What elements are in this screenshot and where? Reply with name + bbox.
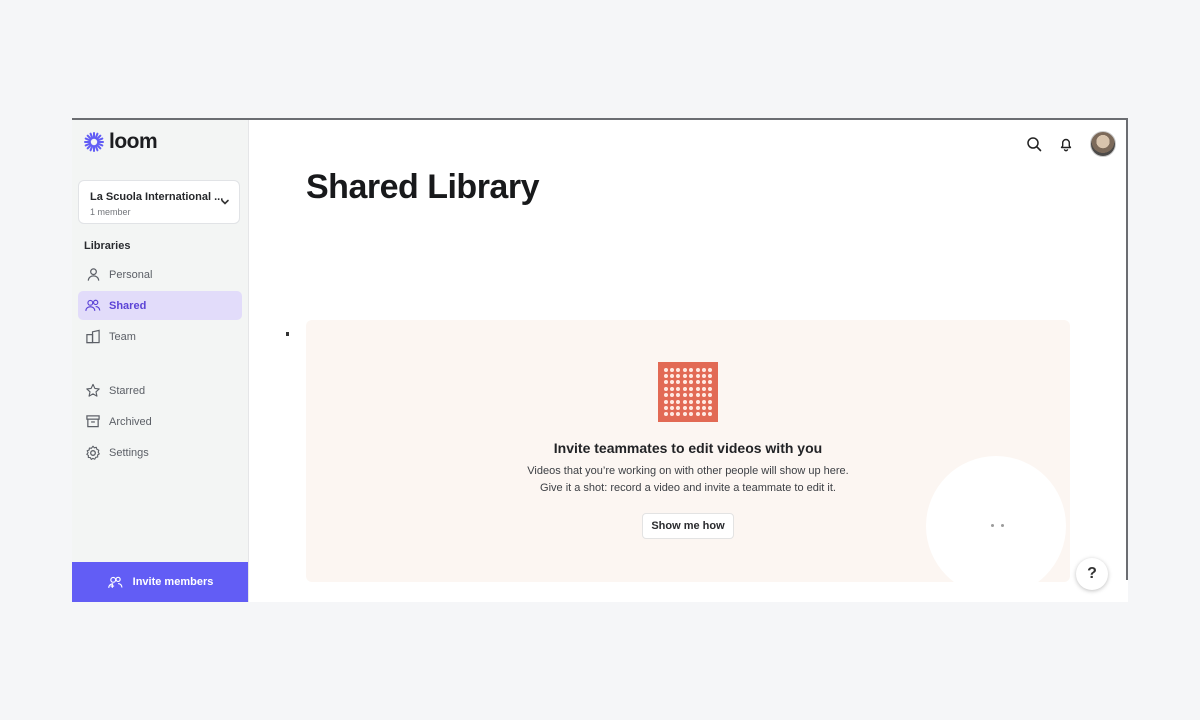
app-window: loom La Scuola International ... 1 membe… <box>72 118 1128 602</box>
dot-grid-illustration <box>658 362 718 422</box>
workspace-member-count: 1 member <box>90 207 131 217</box>
bell-icon[interactable] <box>1058 136 1074 152</box>
header-actions <box>1026 131 1116 157</box>
sidebar-item-settings[interactable]: Settings <box>78 438 242 467</box>
workspace-name: La Scuola International ... <box>90 191 224 203</box>
avatar[interactable] <box>1090 131 1116 157</box>
chevron-down-icon <box>221 199 229 205</box>
gear-icon <box>85 445 101 461</box>
show-me-how-button[interactable]: Show me how <box>642 513 734 539</box>
sidebar-item-archived[interactable]: Archived <box>78 407 242 436</box>
sidebar: loom La Scuola International ... 1 membe… <box>72 120 249 602</box>
help-button[interactable]: ? <box>1076 558 1108 590</box>
sidebar-item-shared[interactable]: Shared <box>78 291 242 320</box>
building-icon <box>85 329 101 345</box>
mouse-cursor <box>286 332 289 336</box>
libraries-heading: Libraries <box>84 240 131 252</box>
empty-state-card: Invite teammates to edit videos with you… <box>306 320 1070 582</box>
workspace-switcher[interactable]: La Scuola International ... 1 member <box>78 180 240 224</box>
invite-members-button[interactable]: Invite members <box>72 562 248 602</box>
invite-members-label: Invite members <box>132 576 214 588</box>
page-title: Shared Library <box>306 168 539 206</box>
loom-logo[interactable]: loom <box>83 130 158 154</box>
empty-state-title: Invite teammates to edit videos with you <box>553 440 823 456</box>
window-border <box>1126 120 1128 580</box>
sidebar-item-label: Settings <box>109 446 149 459</box>
loom-mark-icon <box>84 132 104 152</box>
sidebar-item-team[interactable]: Team <box>78 322 242 351</box>
person-icon <box>85 267 101 283</box>
sidebar-item-personal[interactable]: Personal <box>78 260 242 289</box>
sidebar-item-label: Archived <box>109 415 152 428</box>
sidebar-item-label: Starred <box>109 384 146 397</box>
people-icon <box>85 298 101 314</box>
add-user-icon <box>107 576 123 588</box>
sidebar-item-starred[interactable]: Starred <box>78 376 242 405</box>
search-icon[interactable] <box>1026 136 1042 152</box>
sidebar-item-label: Team <box>109 330 136 343</box>
sidebar-item-label: Shared <box>109 299 147 312</box>
archive-icon <box>85 414 101 430</box>
logo-text: loom <box>109 130 158 153</box>
star-icon <box>85 383 101 399</box>
sidebar-item-label: Personal <box>109 268 153 281</box>
